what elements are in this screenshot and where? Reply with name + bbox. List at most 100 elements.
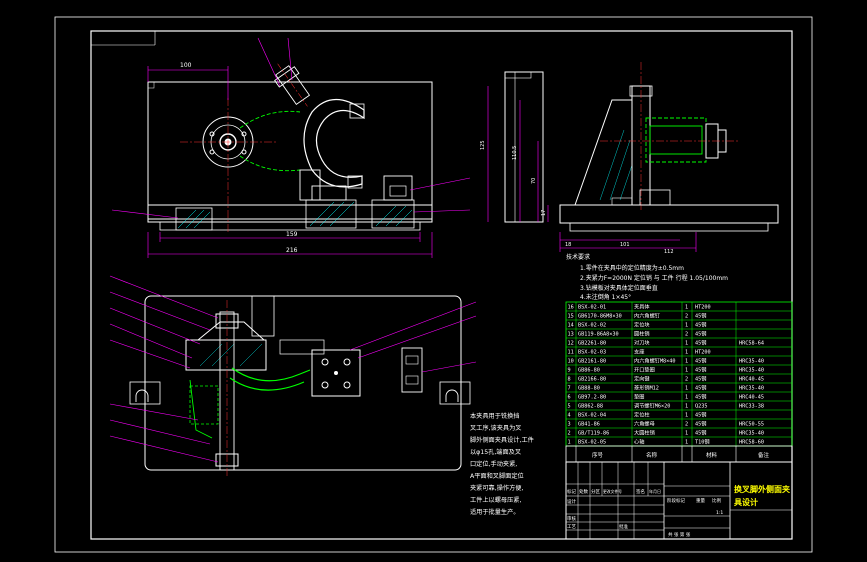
dim-front-159: 159	[286, 231, 298, 238]
tb-sign: 签名	[636, 488, 645, 495]
drawing-title: 换叉脚外侧面夹	[734, 484, 790, 494]
tb-scale-value: 1:1	[716, 510, 723, 516]
desc-line: A平面和叉脚面定位	[470, 472, 524, 480]
bom-cell-name: 菱形销M12	[634, 384, 659, 392]
bom-cell-mat: 45钢	[695, 339, 706, 347]
table-row: 11 BSX-02-03 支座 1 HT200	[566, 348, 792, 357]
bom-cell-qty: 2	[685, 422, 688, 428]
table-row: 14 BSX-02-02 定位块 1 45钢	[566, 321, 792, 330]
dim-side-110: 110.5	[512, 146, 518, 160]
bom-cell-code: GB/T119-86	[578, 431, 609, 437]
tb-sheet: 共 张 第 张	[668, 531, 691, 538]
table-row: 16 BSX-02-01 夹具体 1 HT200	[566, 303, 792, 312]
bom-cell-name: 心轴	[634, 438, 644, 446]
dim-front-top: 100	[180, 62, 192, 69]
dim-side-18: 18	[565, 242, 571, 248]
bom-cell-mat: Q235	[695, 404, 708, 410]
bom-cell-mat: HT200	[695, 350, 711, 356]
bom-cell-no: 14	[568, 323, 574, 329]
bom-cell-mat: 45钢	[695, 420, 706, 428]
table-row: 6 GB97.2-80 垫圈 1 45钢 HRC40-45	[566, 393, 792, 402]
bom-cell-code: GB97.2-80	[578, 395, 606, 401]
bom-cell-qty: 1	[685, 413, 688, 419]
bom-cell-code: GB2161-80	[578, 359, 606, 365]
table-row: 3 GB41-86 六角螺母 2 45钢 HRC50-55	[566, 420, 792, 429]
bom-cell-no: 13	[568, 332, 574, 338]
bom-cell-no: 15	[568, 314, 574, 320]
bom-cell-qty: 1	[685, 305, 688, 311]
desc-line: 夹紧可靠,操作方便,	[470, 484, 523, 492]
bom-cell-qty: 2	[685, 332, 688, 338]
bom-cell-note: HRC35-40	[739, 368, 764, 374]
bom-cell-name: 夹具体	[634, 303, 650, 311]
desc-line: 适用于批量生产。	[470, 508, 520, 516]
bom-cell-code: BSX-02-03	[578, 350, 606, 356]
desc-line: 脚外侧面夹具设计,工件	[470, 436, 534, 444]
table-row: 13 GB119-86A8×30 圆柱销 2 45钢	[566, 330, 792, 339]
bom-cell-note: HRC35-40	[739, 359, 764, 365]
desc-line: 叉工序,该夹具为叉	[470, 424, 521, 432]
bom-cell-no: 8	[568, 377, 571, 383]
bom-cell-qty: 1	[685, 395, 688, 401]
bom-cell-mat: T10钢	[695, 438, 710, 446]
bom-cell-note: HRC35-40	[739, 386, 764, 392]
bom-cell-mat: 45钢	[695, 429, 706, 437]
bom-cell-name: 内六角螺钉	[634, 312, 660, 320]
bom-cell-qty: 2	[685, 314, 688, 320]
bom-cell-qty: 1	[685, 341, 688, 347]
side-view: 125 110.5 70 17 18 101 112	[480, 62, 779, 255]
top-view	[109, 275, 477, 476]
drawing-title-line2: 具设计	[734, 497, 758, 507]
tb-date: 年月日	[649, 488, 661, 494]
bom-header-name: 名称	[646, 451, 658, 459]
dim-side-125: 125	[480, 140, 486, 150]
bom-cell-code: GB41-86	[578, 422, 600, 428]
table-row: 1 BSX-02-05 心轴 1 T10钢 HRC58-60	[566, 438, 792, 447]
table-row: 12 GB2261-80 对刀块 1 45钢 HRC58-64	[566, 339, 792, 348]
tb-scale: 比例	[712, 497, 721, 504]
tb-mark: 标记	[567, 488, 576, 495]
tech-note-4: 4.未注倒角 1×45°	[580, 293, 631, 301]
notes-heading: 技术要求	[566, 253, 590, 261]
tb-process: 工艺	[567, 524, 576, 530]
bom-cell-no: 2	[568, 431, 571, 437]
bom-cell-name: 定位柱	[634, 411, 650, 419]
bom-cell-qty: 1	[685, 431, 688, 437]
bom-cell-no: 10	[568, 359, 574, 365]
bom-cell-no: 5	[568, 404, 571, 410]
table-row: 15 GB6170-86M8×30 内六角螺钉 2 45钢	[566, 312, 792, 321]
bom-cell-qty: 1	[685, 404, 688, 410]
bom-cell-qty: 1	[685, 440, 688, 446]
bom-cell-code: BSX-02-04	[578, 413, 606, 419]
bom-cell-mat: HT200	[695, 305, 711, 311]
bom-header-mat: 材料	[706, 451, 718, 459]
bom-header-note: 备注	[758, 451, 770, 459]
bom-cell-note: HRC58-64	[739, 341, 764, 347]
bom-cell-mat: 45钢	[695, 366, 706, 374]
tb-doc: 更改文件号	[603, 489, 622, 494]
bom-cell-note: HRC40-45	[739, 377, 764, 383]
tb-approve: 批准	[619, 523, 628, 530]
bom-cell-name: 开口垫圈	[634, 366, 655, 374]
bom-cell-qty: 1	[685, 368, 688, 374]
tech-note-3: 3.钻模板对夹具体定位面垂直	[580, 284, 658, 292]
bom-cell-qty: 1	[685, 323, 688, 329]
bom-cell-note: HRC50-55	[739, 422, 764, 428]
tb-count: 处数	[579, 488, 588, 495]
bom-cell-mat: 45钢	[695, 321, 706, 329]
cad-drawing-canvas[interactable]: 100 159 2 1 6 125 110.5 70 17 18 101 112 技…	[0, 0, 867, 562]
title-block: 标记 处数 分区 更改文件号 签名 年月日 设计 审核 工艺 批准 阶段标记 重…	[565, 461, 793, 540]
bom-cell-name: 圆柱销	[634, 330, 650, 338]
desc-line: 工件上以螺母压紧,	[470, 496, 521, 504]
bom-cell-name: 定向键	[634, 375, 650, 383]
bom-cell-no: 6	[568, 395, 571, 401]
bom-cell-mat: 45钢	[695, 357, 706, 365]
table-row: 9 GB86-80 开口垫圈 1 45钢 HRC35-40	[566, 366, 792, 375]
bill-of-materials: 16 BSX-02-01 夹具体 1 HT20015 GB6170-86M8×30 内六角螺…	[565, 301, 793, 447]
bom-cell-name: 支座	[634, 348, 644, 356]
bom-cell-qty: 1	[685, 386, 688, 392]
bom-cell-note: HRC35-40	[739, 431, 764, 437]
desc-line: 本夹具用于铣换挡	[470, 412, 520, 420]
table-row: 4 BSX-02-04 定位柱 1 45钢	[566, 411, 792, 420]
bom-cell-no: 1	[568, 440, 571, 446]
